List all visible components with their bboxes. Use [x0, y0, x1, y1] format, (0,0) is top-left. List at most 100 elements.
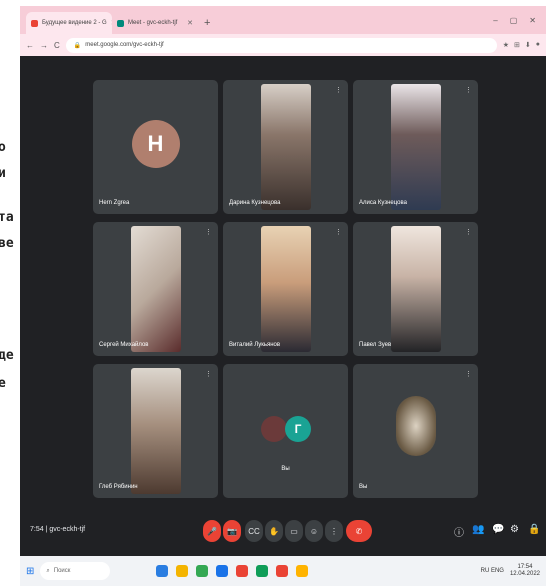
app-icon[interactable]	[196, 565, 209, 577]
app-icon[interactable]	[176, 565, 189, 577]
address-bar[interactable]: 🔒 meet.google.com/gvc-eckh-tjf	[65, 37, 497, 53]
participant-tile[interactable]: Г Вы	[223, 364, 348, 498]
window-controls: – ▢ ✕	[493, 6, 546, 34]
clock-date: 12.04.2022	[509, 571, 540, 577]
more-options-icon[interactable]: ⋮	[465, 228, 472, 236]
extensions-icon[interactable]: ⊞	[514, 41, 520, 49]
participant-video	[395, 396, 436, 456]
app-icon[interactable]	[156, 565, 169, 577]
participant-avatar: H	[131, 120, 180, 169]
browser-tab-strip: Будущее видение 2 - G ✕ Meet - gvc-eckh-…	[20, 6, 546, 34]
browser-tab[interactable]: Meet - gvc-eckh-tjf ✕	[112, 12, 198, 34]
meeting-controls-bar: 7:54 | gvc-eckh-tjf 🎤 📷 CC ✋ ▭ ☺ ⋮ ✆ ⓘ 👥…	[20, 510, 546, 554]
participant-name: Глеб Рябинин	[99, 484, 138, 490]
more-options-icon[interactable]: ⋮	[205, 228, 212, 236]
participant-tile[interactable]: ⋮ Дарина Кузнецова	[223, 80, 348, 214]
document-fragment-text: ве	[0, 236, 14, 251]
participant-video	[130, 226, 181, 352]
leave-call-button[interactable]: ✆	[346, 520, 372, 542]
bookmark-star-icon[interactable]: ★	[503, 41, 509, 49]
clock-time: 17:54	[517, 564, 533, 571]
document-fragment-text: та	[0, 210, 14, 225]
tab-title: Meet - gvc-eckh-tjf	[128, 20, 178, 26]
more-options-icon[interactable]: ⋮	[205, 370, 212, 378]
clock[interactable]: 17:54 12.04.2022	[510, 564, 540, 577]
participant-name: Виталий Лукьянов	[229, 342, 281, 348]
start-icon[interactable]: ⊞	[26, 566, 34, 577]
app-icon[interactable]	[296, 565, 309, 577]
participant-tile[interactable]: ⋮ Павел Зуев	[353, 222, 478, 356]
activities-icon[interactable]: ⚙	[510, 524, 519, 535]
taskbar-apps	[156, 565, 309, 577]
people-icon[interactable]: 👥	[472, 524, 484, 535]
participant-tile[interactable]: ⋮ Глеб Рябинин	[93, 364, 218, 498]
lock-icon: 🔒	[73, 42, 82, 49]
document-fragment-text: е	[0, 376, 6, 391]
more-options-button[interactable]: ⋮	[325, 520, 343, 542]
raise-hand-button[interactable]: ✋	[265, 520, 283, 542]
participant-avatar	[261, 416, 287, 442]
screenshot-root: о и та ве де е Будущее видение 2 - G ✕ M…	[0, 0, 546, 586]
system-tray: RU ENG 17:54 12.04.2022	[481, 564, 540, 577]
taskbar-search[interactable]: ⌕ Поиск	[40, 562, 111, 580]
chat-icon[interactable]: 💬	[492, 524, 504, 535]
browser-tab[interactable]: Будущее видение 2 - G ✕	[26, 12, 112, 34]
download-icon[interactable]: ⬇	[525, 41, 531, 49]
participant-tile[interactable]: ⋮ Вы	[353, 364, 478, 498]
meeting-info: 7:54 | gvc-eckh-tjf	[30, 526, 86, 533]
present-button[interactable]: ▭	[285, 520, 303, 542]
participant-video	[390, 84, 441, 210]
host-controls-icon[interactable]: 🔒	[528, 524, 540, 535]
maximize-button[interactable]: ▢	[510, 16, 518, 25]
participant-tile[interactable]: ⋮ Сергей Михайлов	[93, 222, 218, 356]
captions-button[interactable]: CC	[245, 520, 263, 542]
app-icon[interactable]	[276, 565, 289, 577]
app-icon[interactable]	[236, 565, 249, 577]
browser-toolbar: ← → C 🔒 meet.google.com/gvc-eckh-tjf ★ ⊞…	[20, 34, 546, 56]
favicon-icon	[31, 19, 38, 27]
search-icon: ⌕	[46, 567, 50, 574]
participant-video	[260, 84, 311, 210]
camera-toggle-button[interactable]: 📷	[223, 520, 241, 542]
participant-tile[interactable]: H Hern Zgrea	[93, 80, 218, 214]
minimize-button[interactable]: –	[493, 16, 497, 25]
back-icon[interactable]: ←	[26, 41, 34, 50]
participant-name: Вы	[359, 484, 368, 490]
info-icon[interactable]: ⓘ	[454, 524, 464, 539]
close-window-button[interactable]: ✕	[529, 16, 536, 25]
os-taskbar: ⊞ ⌕ Поиск RU ENG 17:54 12.04.2022	[20, 556, 546, 586]
more-options-icon[interactable]: ⋮	[335, 228, 342, 236]
browser-window: Будущее видение 2 - G ✕ Meet - gvc-eckh-…	[20, 6, 546, 586]
more-options-icon[interactable]: ⋮	[335, 86, 342, 94]
app-icon[interactable]	[256, 565, 269, 577]
document-fragment-column: о и та ве де е	[0, 0, 22, 586]
profile-icon[interactable]: ●	[536, 41, 540, 49]
document-fragment-text: де	[0, 348, 14, 363]
language-indicator[interactable]: RU ENG	[481, 568, 504, 574]
mic-toggle-button[interactable]: 🎤	[203, 520, 221, 542]
extension-icons: ★ ⊞ ⬇ ●	[503, 41, 540, 49]
reactions-button[interactable]: ☺	[305, 520, 323, 542]
forward-icon[interactable]: →	[40, 41, 48, 50]
participant-tile[interactable]: ⋮ Виталий Лукьянов	[223, 222, 348, 356]
participant-name: Алиса Кузнецова	[359, 200, 407, 206]
meeting-stage: H Hern Zgrea ⋮ Дарина Кузнецова ⋮ Алиса …	[20, 56, 546, 556]
participant-video	[130, 368, 181, 494]
participant-video	[390, 226, 441, 352]
favicon-icon	[117, 19, 124, 27]
more-options-icon[interactable]: ⋮	[465, 86, 472, 94]
participant-video	[260, 226, 311, 352]
document-fragment-text: о	[0, 140, 6, 155]
close-tab-icon[interactable]: ✕	[187, 19, 193, 27]
reload-icon[interactable]: C	[54, 41, 60, 50]
search-placeholder: Поиск	[53, 568, 71, 574]
participant-avatar: Г	[285, 416, 311, 442]
participant-tile[interactable]: ⋮ Алиса Кузнецова	[353, 80, 478, 214]
more-options-icon[interactable]: ⋮	[465, 370, 472, 378]
new-tab-button[interactable]: +	[198, 12, 216, 34]
participant-name: Вы	[281, 466, 290, 472]
participant-name: Дарина Кузнецова	[229, 200, 281, 206]
participant-name: Hern Zgrea	[99, 200, 130, 206]
tab-title: Будущее видение 2 - G	[42, 20, 107, 26]
app-icon[interactable]	[216, 565, 229, 577]
